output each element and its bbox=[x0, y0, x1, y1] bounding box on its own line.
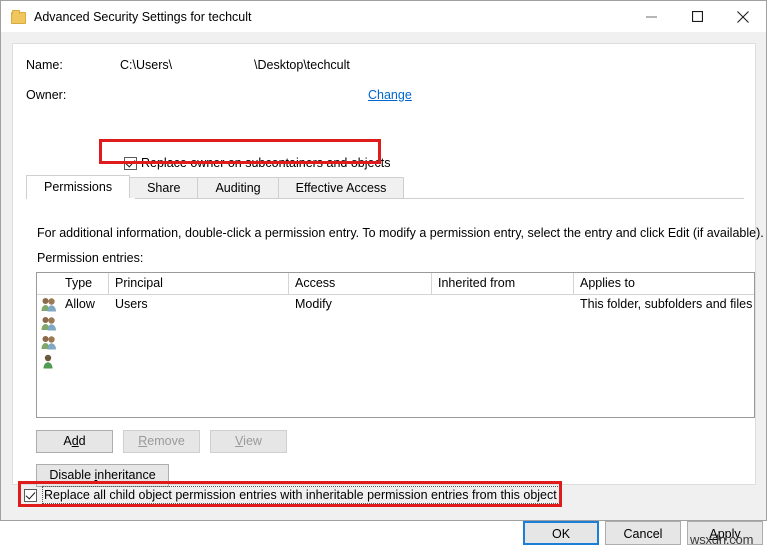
row-principal: Users bbox=[115, 297, 148, 311]
row-applies-to: This folder, subfolders and files bbox=[580, 297, 753, 311]
row-inherited-from bbox=[432, 295, 574, 314]
column-header-principal[interactable]: Principal bbox=[109, 273, 289, 294]
view-button-after: iew bbox=[243, 434, 262, 448]
add-button-before: A bbox=[63, 434, 72, 448]
tab-active-connector bbox=[27, 198, 135, 199]
view-button[interactable]: View bbox=[210, 430, 287, 453]
row-inherited-from bbox=[432, 314, 574, 333]
remove-button-after: emove bbox=[147, 434, 185, 448]
remove-button[interactable]: Remove bbox=[123, 430, 200, 453]
tab-effective-access[interactable]: Effective Access bbox=[277, 177, 405, 199]
permissions-description: For additional information, double-click… bbox=[37, 226, 764, 240]
column-header-inherited-from[interactable]: Inherited from bbox=[432, 273, 574, 294]
watermark: wsxdn.com bbox=[690, 532, 754, 547]
view-button-accel: V bbox=[235, 434, 244, 448]
row-applies-to bbox=[574, 333, 754, 352]
name-value-prefix: C:\Users\ bbox=[120, 58, 173, 72]
row-access bbox=[289, 352, 432, 371]
row-principal bbox=[109, 352, 289, 371]
user-icon bbox=[37, 352, 59, 371]
owner-label: Owner: bbox=[26, 88, 67, 102]
ok-button[interactable]: OK bbox=[523, 521, 599, 545]
change-link-rest: hange bbox=[377, 88, 412, 102]
table-row[interactable] bbox=[37, 352, 754, 371]
change-link-accel: C bbox=[368, 88, 378, 102]
row-type bbox=[59, 333, 109, 352]
add-button-after: d bbox=[78, 434, 86, 448]
table-header-row: Type Principal Access Inherited from App… bbox=[37, 273, 754, 295]
tab-strip: Permissions Share Auditing Effective Acc… bbox=[26, 175, 744, 199]
advanced-security-settings-window: Advanced Security Settings for techcult … bbox=[0, 0, 767, 547]
permission-entries-list[interactable]: Type Principal Access Inherited from App… bbox=[36, 272, 755, 418]
row-applies-to bbox=[574, 352, 754, 371]
table-row[interactable]: Allow Users Modify This folder, subfolde… bbox=[37, 295, 754, 314]
maximize-icon[interactable] bbox=[674, 1, 720, 32]
row-type bbox=[59, 314, 109, 333]
row-applies-to bbox=[574, 314, 754, 333]
remove-button-accel: R bbox=[138, 434, 148, 448]
row-principal bbox=[109, 314, 289, 333]
highlight-box-replace-child bbox=[18, 481, 562, 507]
change-owner-link[interactable]: Change bbox=[368, 88, 412, 102]
permission-entries-label: Permission entries: bbox=[37, 251, 144, 265]
tab-share[interactable]: Share bbox=[129, 177, 199, 199]
add-button-accel: d bbox=[71, 434, 79, 448]
column-header-access[interactable]: Access bbox=[289, 273, 432, 294]
row-inherited-from bbox=[432, 333, 574, 352]
disable-inheritance-after: nheritance bbox=[97, 468, 156, 482]
highlight-box-replace-owner bbox=[99, 139, 381, 164]
row-access bbox=[289, 314, 432, 333]
row-access bbox=[289, 333, 432, 352]
column-header-applies-to[interactable]: Applies to bbox=[574, 273, 754, 294]
window-body: Name: C:\Users\ \Desktop\techcult Owner:… bbox=[1, 32, 766, 547]
row-principal bbox=[109, 333, 289, 352]
settings-panel: Name: C:\Users\ \Desktop\techcult Owner:… bbox=[12, 43, 764, 487]
row-access: Modify bbox=[295, 297, 332, 311]
table-row[interactable] bbox=[37, 333, 754, 352]
tab-permissions[interactable]: Permissions bbox=[26, 175, 131, 199]
group-icon bbox=[37, 314, 59, 333]
group-icon bbox=[37, 295, 59, 314]
tab-auditing[interactable]: Auditing bbox=[197, 177, 279, 199]
title-bar: Advanced Security Settings for techcult bbox=[1, 1, 766, 32]
window-title: Advanced Security Settings for techcult bbox=[34, 9, 252, 24]
group-icon bbox=[37, 333, 59, 352]
folder-icon bbox=[10, 9, 26, 25]
table-row[interactable] bbox=[37, 314, 754, 333]
row-inherited-from bbox=[432, 352, 574, 371]
column-header-icon bbox=[37, 273, 59, 294]
name-label: Name: bbox=[26, 58, 63, 72]
caption-buttons bbox=[628, 1, 766, 32]
disable-inheritance-before: Disable bbox=[49, 468, 95, 482]
minimize-icon[interactable] bbox=[628, 1, 674, 32]
row-type bbox=[59, 352, 109, 371]
column-header-type[interactable]: Type bbox=[59, 273, 109, 294]
cancel-button[interactable]: Cancel bbox=[605, 521, 681, 545]
row-type: Allow bbox=[65, 297, 95, 311]
name-value-suffix: \Desktop\techcult bbox=[254, 58, 350, 72]
close-icon[interactable] bbox=[720, 1, 766, 32]
add-button[interactable]: Add bbox=[36, 430, 113, 453]
